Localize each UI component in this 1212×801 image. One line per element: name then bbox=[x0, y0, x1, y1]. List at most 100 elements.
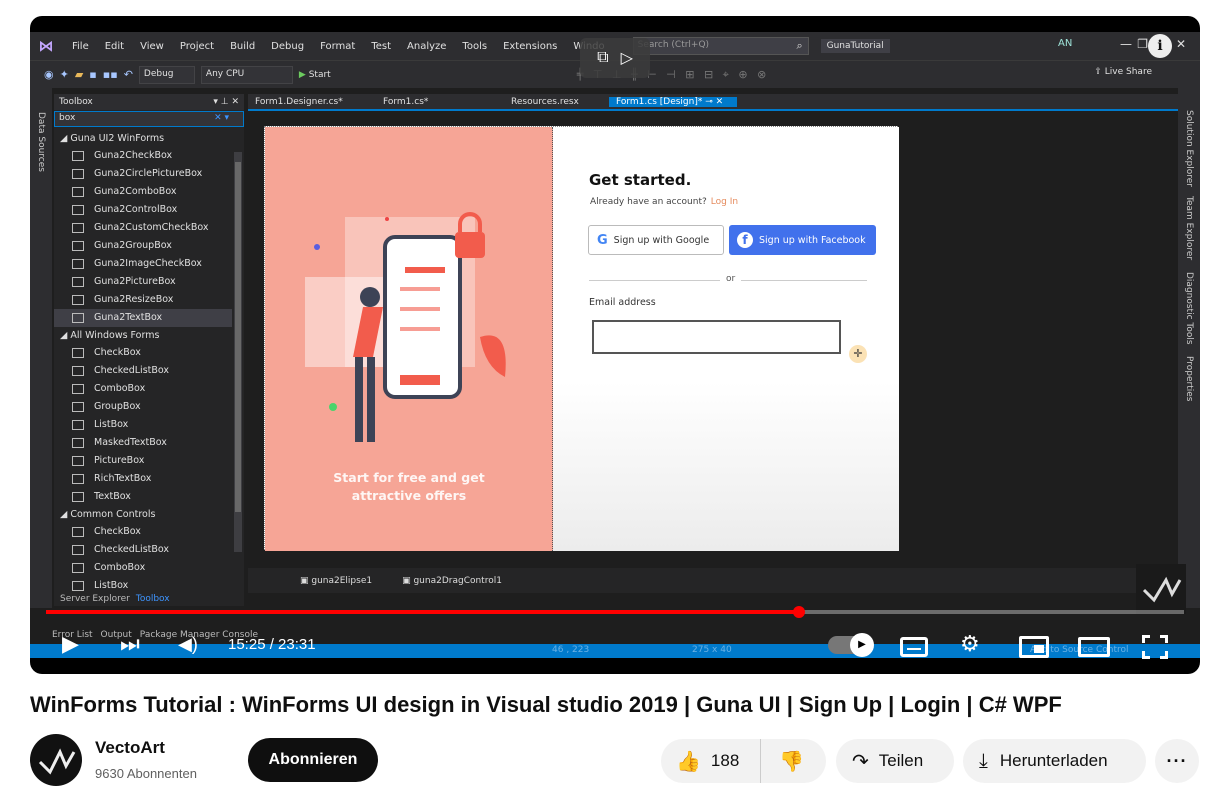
start-button[interactable]: ▶ Start bbox=[299, 70, 331, 80]
facebook-signup-button[interactable]: f Sign up with Facebook bbox=[729, 225, 876, 255]
tab-form1-design[interactable]: Form1.cs [Design]* ⊸ ✕ bbox=[609, 96, 737, 107]
toolbox-item[interactable]: Guna2ImageCheckBox bbox=[54, 255, 232, 273]
toolbox-item[interactable]: Guna2ComboBox bbox=[54, 183, 232, 201]
share-button[interactable]: ↷ Teilen bbox=[836, 739, 954, 783]
save-icon[interactable]: ▪ bbox=[89, 68, 96, 81]
info-icon[interactable]: i bbox=[1148, 34, 1172, 58]
toolbox-group[interactable]: ◢ Guna UI2 WinForms bbox=[54, 130, 232, 147]
toolbox-item[interactable]: Guna2PictureBox bbox=[54, 273, 232, 291]
email-input[interactable] bbox=[592, 320, 841, 354]
toolbox-item[interactable]: Guna2CirclePictureBox bbox=[54, 165, 232, 183]
channel-avatar[interactable] bbox=[30, 734, 82, 786]
close-tab-icon[interactable]: ✕ bbox=[716, 97, 724, 107]
menu-debug[interactable]: Debug bbox=[263, 41, 312, 52]
component-elipse[interactable]: ▣ guna2Elipse1 bbox=[300, 576, 372, 586]
toolbox-item[interactable]: TextBox bbox=[54, 488, 232, 506]
toolbox-item[interactable]: ComboBox bbox=[54, 380, 232, 398]
toolbox-item[interactable]: GroupBox bbox=[54, 398, 232, 416]
config-select[interactable]: Debug bbox=[138, 65, 195, 84]
menu-analyze[interactable]: Analyze bbox=[399, 41, 454, 52]
google-signup-button[interactable]: G Sign up with Google bbox=[588, 225, 724, 255]
like-button[interactable]: 👍 188 bbox=[661, 739, 761, 783]
scroll-thumb[interactable] bbox=[235, 162, 241, 512]
toolbox-item[interactable]: CheckBox bbox=[54, 344, 232, 362]
toolbox-item[interactable]: CheckedListBox bbox=[54, 362, 232, 380]
toolbox-group[interactable]: ◢ Common Controls bbox=[54, 506, 232, 523]
toolbox-item[interactable]: CheckedListBox bbox=[54, 541, 232, 559]
toolbox-item[interactable]: RichTextBox bbox=[54, 470, 232, 488]
properties-tab[interactable]: Properties bbox=[1184, 356, 1194, 401]
menu-edit[interactable]: Edit bbox=[97, 41, 132, 52]
form-preview[interactable]: Start for free and get attractive offers… bbox=[264, 126, 899, 551]
toolbox-item[interactable]: Guna2ControlBox bbox=[54, 201, 232, 219]
back-icon[interactable]: ◉ bbox=[44, 68, 54, 81]
undo-icon[interactable]: ↶ bbox=[124, 68, 133, 81]
autoplay-toggle[interactable]: ▶ bbox=[828, 633, 874, 657]
save-all-icon[interactable]: ▪▪ bbox=[103, 68, 118, 81]
menu-view[interactable]: View bbox=[132, 41, 172, 52]
form-left-panel[interactable]: Start for free and get attractive offers bbox=[265, 127, 553, 551]
toolbox-item[interactable]: ListBox bbox=[54, 416, 232, 434]
dislike-button[interactable]: 👎 bbox=[761, 749, 804, 774]
miniplayer-icon[interactable] bbox=[1019, 636, 1049, 658]
subscribe-button[interactable]: Abonnieren bbox=[248, 738, 378, 782]
channel-name[interactable]: VectoArt bbox=[95, 738, 165, 758]
close-icon[interactable]: ✕ bbox=[1176, 37, 1186, 51]
pin-tab-icon[interactable]: ⊸ bbox=[705, 97, 713, 107]
toolbox-item[interactable]: CheckBox bbox=[54, 523, 232, 541]
server-explorer-tab[interactable]: Server Explorer bbox=[60, 594, 130, 608]
user-initials[interactable]: AN bbox=[1058, 38, 1078, 54]
team-explorer-tab[interactable]: Team Explorer bbox=[1184, 196, 1194, 260]
menu-file[interactable]: File bbox=[64, 41, 97, 52]
play-icon[interactable]: ▶ bbox=[62, 630, 79, 658]
toolbox-group[interactable]: ◢ All Windows Forms bbox=[54, 327, 232, 344]
vs-search-input[interactable]: Search (Ctrl+Q) ⌕ bbox=[632, 37, 809, 55]
toolbox-item[interactable]: ListBox bbox=[54, 577, 232, 595]
tab-resources[interactable]: Resources.resx bbox=[504, 97, 609, 107]
download-button[interactable]: ⤓ Herunterladen bbox=[963, 739, 1146, 783]
toolbox-item[interactable]: Guna2ResizeBox bbox=[54, 291, 232, 309]
component-dragcontrol[interactable]: ▣ guna2DragControl1 bbox=[402, 576, 502, 586]
restore-icon[interactable]: ❐ bbox=[1137, 37, 1148, 51]
toolbox-search-input[interactable]: box ✕ ▾ bbox=[54, 111, 244, 127]
data-sources-tab[interactable]: Data Sources bbox=[36, 112, 46, 172]
toolbox-item[interactable]: ComboBox bbox=[54, 559, 232, 577]
clear-search-icon[interactable]: ✕ ▾ bbox=[214, 113, 229, 123]
menu-format[interactable]: Format bbox=[312, 41, 363, 52]
fullscreen-icon[interactable] bbox=[1142, 635, 1168, 659]
subtitles-icon[interactable] bbox=[900, 637, 928, 657]
miniplayer-icon[interactable]: ⧉ bbox=[597, 49, 608, 67]
open-folder-icon[interactable]: ▰ bbox=[75, 68, 83, 81]
toolbox-item[interactable]: Guna2CheckBox bbox=[54, 147, 232, 165]
minimize-icon[interactable]: — bbox=[1120, 37, 1132, 51]
toolbox-item[interactable]: Guna2GroupBox bbox=[54, 237, 232, 255]
theater-mode-icon[interactable] bbox=[1078, 637, 1110, 657]
menu-test[interactable]: Test bbox=[363, 41, 399, 52]
login-link[interactable]: Log In bbox=[711, 197, 738, 207]
pin-icon[interactable]: ▾ ⊥ ✕ bbox=[213, 97, 239, 107]
diagnostic-tools-tab[interactable]: Diagnostic Tools bbox=[1184, 272, 1194, 345]
tab-form1-cs[interactable]: Form1.cs* bbox=[376, 97, 504, 107]
autoplay-preview-icon[interactable]: ▷ bbox=[621, 48, 633, 68]
live-share-button[interactable]: ⇪ Live Share bbox=[1094, 67, 1152, 77]
more-options-button[interactable]: ··· bbox=[1155, 739, 1199, 783]
menu-tools[interactable]: Tools bbox=[454, 41, 495, 52]
toolbox-item[interactable]: PictureBox bbox=[54, 452, 232, 470]
toolbox-scrollbar[interactable] bbox=[234, 152, 242, 552]
volume-icon[interactable]: ◀) bbox=[178, 630, 198, 658]
menu-build[interactable]: Build bbox=[222, 41, 263, 52]
video-player[interactable]: ⋈ File Edit View Project Build Debug For… bbox=[30, 16, 1200, 674]
channel-watermark[interactable] bbox=[1136, 564, 1186, 614]
toolbox-item[interactable]: Guna2CustomCheckBox bbox=[54, 219, 232, 237]
menu-project[interactable]: Project bbox=[172, 41, 222, 52]
settings-gear-icon[interactable]: ⚙ bbox=[960, 630, 980, 658]
toolbox-tab[interactable]: Toolbox bbox=[136, 594, 170, 608]
solution-explorer-tab[interactable]: Solution Explorer bbox=[1184, 110, 1194, 187]
toolbox-item[interactable]: MaskedTextBox bbox=[54, 434, 232, 452]
menu-extensions[interactable]: Extensions bbox=[495, 41, 565, 52]
platform-select[interactable]: Any CPU bbox=[200, 65, 293, 84]
next-icon[interactable]: ⏭ bbox=[120, 630, 140, 658]
new-item-icon[interactable]: ✦ bbox=[60, 68, 69, 81]
progress-bar[interactable] bbox=[46, 606, 1184, 618]
tab-form1-designer[interactable]: Form1.Designer.cs* bbox=[248, 97, 376, 107]
